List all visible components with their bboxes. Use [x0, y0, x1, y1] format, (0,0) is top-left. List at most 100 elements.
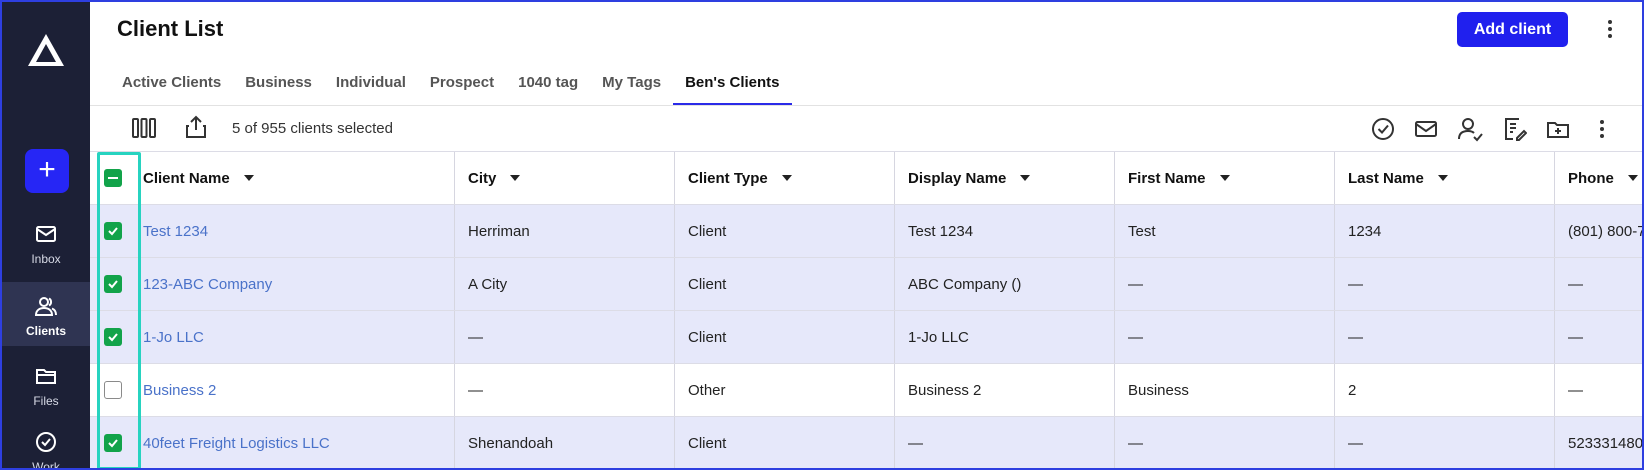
sidebar-item-clients[interactable]: Clients — [2, 282, 90, 346]
table-row[interactable]: 123-ABC Company A City Client ABC Compan… — [90, 258, 1642, 311]
client-name-link[interactable]: 1-Jo LLC — [143, 329, 204, 346]
last-name-cell: — — [1335, 417, 1555, 468]
column-header-city[interactable]: City — [455, 152, 675, 204]
add-client-button[interactable]: Add client — [1457, 12, 1568, 47]
sort-caret-icon[interactable] — [781, 175, 792, 181]
app-window: + Inbox Clients Files Work Client List A… — [0, 0, 1644, 470]
header-checkbox-cell — [90, 152, 135, 204]
add-folder-icon[interactable] — [1545, 116, 1571, 142]
app-logo[interactable] — [26, 32, 66, 68]
sort-caret-icon[interactable] — [1020, 175, 1031, 181]
table-row[interactable]: 40feet Freight Logistics LLC Shenandoah … — [90, 417, 1642, 468]
selection-count: 5 of 955 clients selected — [232, 120, 393, 137]
first-name-cell: — — [1115, 311, 1335, 363]
tab-individual[interactable]: Individual — [324, 66, 418, 106]
edit-document-icon[interactable] — [1501, 116, 1527, 142]
row-checkbox-cell — [90, 364, 135, 416]
phone-cell: — — [1568, 275, 1583, 293]
client-name-link[interactable]: Business 2 — [143, 382, 216, 399]
client-type-cell: Other — [675, 364, 895, 416]
check-circle-icon[interactable] — [1370, 116, 1396, 142]
city-cell: A City — [455, 258, 675, 310]
sidebar-item-label: Clients — [25, 324, 66, 338]
city-cell: Herriman — [455, 205, 675, 257]
folder-icon — [36, 369, 56, 384]
column-header-last-name[interactable]: Last Name — [1335, 152, 1555, 204]
display-name-cell: Test 1234 — [895, 205, 1115, 257]
first-name-cell: Business — [1115, 364, 1335, 416]
more-actions-icon[interactable] — [1592, 117, 1612, 141]
display-name-cell: ABC Company () — [895, 258, 1115, 310]
row-checkbox[interactable] — [103, 275, 122, 293]
tab-my-tags[interactable]: My Tags — [590, 66, 673, 106]
phone-cell: — — [1568, 328, 1583, 346]
column-header-label: First Name — [1128, 169, 1206, 187]
city-cell: — — [455, 311, 675, 363]
sort-caret-icon[interactable] — [243, 175, 254, 181]
table-row[interactable]: 1-Jo LLC — Client 1-Jo LLC — — — — [90, 311, 1642, 364]
column-header-display-name[interactable]: Display Name — [895, 152, 1115, 204]
sidebar-item-inbox[interactable]: Inbox — [2, 220, 90, 284]
check-circle-icon — [36, 432, 56, 452]
sort-caret-icon[interactable] — [1437, 175, 1448, 181]
city-cell: Shenandoah — [455, 417, 675, 468]
column-header-label: Phone — [1568, 169, 1614, 187]
column-header-label: Client Name — [143, 169, 230, 187]
client-name-cell: Business 2 — [135, 364, 455, 416]
tab-bar: Active Clients Business Individual Prosp… — [110, 66, 792, 106]
tab-bens-clients[interactable]: Ben's Clients — [673, 66, 792, 106]
column-header-client-name[interactable]: Client Name — [135, 152, 455, 204]
more-options-icon[interactable] — [1600, 17, 1620, 41]
client-type-cell: Client — [675, 258, 895, 310]
client-name-link[interactable]: Test 1234 — [143, 223, 208, 240]
tab-prospect[interactable]: Prospect — [418, 66, 506, 106]
assign-user-icon[interactable] — [1457, 116, 1483, 142]
client-type-cell: Client — [675, 417, 895, 468]
column-header-first-name[interactable]: First Name — [1115, 152, 1335, 204]
tab-active-clients[interactable]: Active Clients — [110, 66, 233, 106]
sidebar-item-files[interactable]: Files — [2, 362, 90, 426]
select-all-checkbox[interactable] — [103, 169, 122, 187]
row-checkbox[interactable] — [103, 222, 122, 240]
row-checkbox[interactable] — [103, 434, 122, 452]
table-row[interactable]: Test 1234 Herriman Client Test 1234 Test… — [90, 205, 1642, 258]
column-header-client-type[interactable]: Client Type — [675, 152, 895, 204]
client-name-cell: 40feet Freight Logistics LLC — [135, 417, 455, 468]
table-header-row: Client Name City Client Type Display Nam… — [90, 151, 1642, 205]
sidebar-item-label: Files — [33, 394, 59, 408]
export-icon[interactable] — [183, 114, 209, 140]
tab-1040-tag[interactable]: 1040 tag — [506, 66, 590, 106]
client-name-link[interactable]: 123-ABC Company — [143, 276, 272, 293]
phone-cell: (801) 800-7223 — [1568, 222, 1642, 240]
first-name-cell: Test — [1115, 205, 1335, 257]
first-name-cell: — — [1115, 258, 1335, 310]
last-name-cell: — — [1335, 311, 1555, 363]
last-name-cell: 2 — [1335, 364, 1555, 416]
row-checkbox-cell — [90, 417, 135, 468]
city-cell: — — [455, 364, 675, 416]
new-plus-button[interactable]: + — [25, 149, 69, 193]
row-checkbox[interactable] — [103, 381, 122, 399]
columns-icon[interactable] — [131, 115, 157, 141]
client-name-cell: Test 1234 — [135, 205, 455, 257]
sort-caret-icon[interactable] — [1627, 175, 1638, 181]
tab-business[interactable]: Business — [233, 66, 324, 106]
sidebar: + Inbox Clients Files Work — [2, 2, 90, 470]
client-name-link[interactable]: 40feet Freight Logistics LLC — [143, 435, 330, 452]
email-icon[interactable] — [1413, 116, 1439, 142]
sort-caret-icon[interactable] — [1219, 175, 1230, 181]
table-row[interactable]: Business 2 — Other Business 2 Business 2… — [90, 364, 1642, 417]
row-checkbox[interactable] — [103, 328, 122, 346]
client-type-cell: Client — [675, 205, 895, 257]
sidebar-item-label: Work — [32, 460, 60, 470]
first-name-cell: — — [1115, 417, 1335, 468]
display-name-cell: Business 2 — [895, 364, 1115, 416]
column-header-label: Last Name — [1348, 169, 1424, 187]
page-title: Client List — [117, 16, 224, 41]
display-name-cell: — — [895, 417, 1115, 468]
row-checkbox-cell — [90, 258, 135, 310]
column-header-phone[interactable]: Phone — [1555, 152, 1642, 204]
column-header-label: Client Type — [688, 169, 768, 187]
sidebar-item-work[interactable]: Work — [2, 428, 90, 470]
sort-caret-icon[interactable] — [510, 175, 521, 181]
